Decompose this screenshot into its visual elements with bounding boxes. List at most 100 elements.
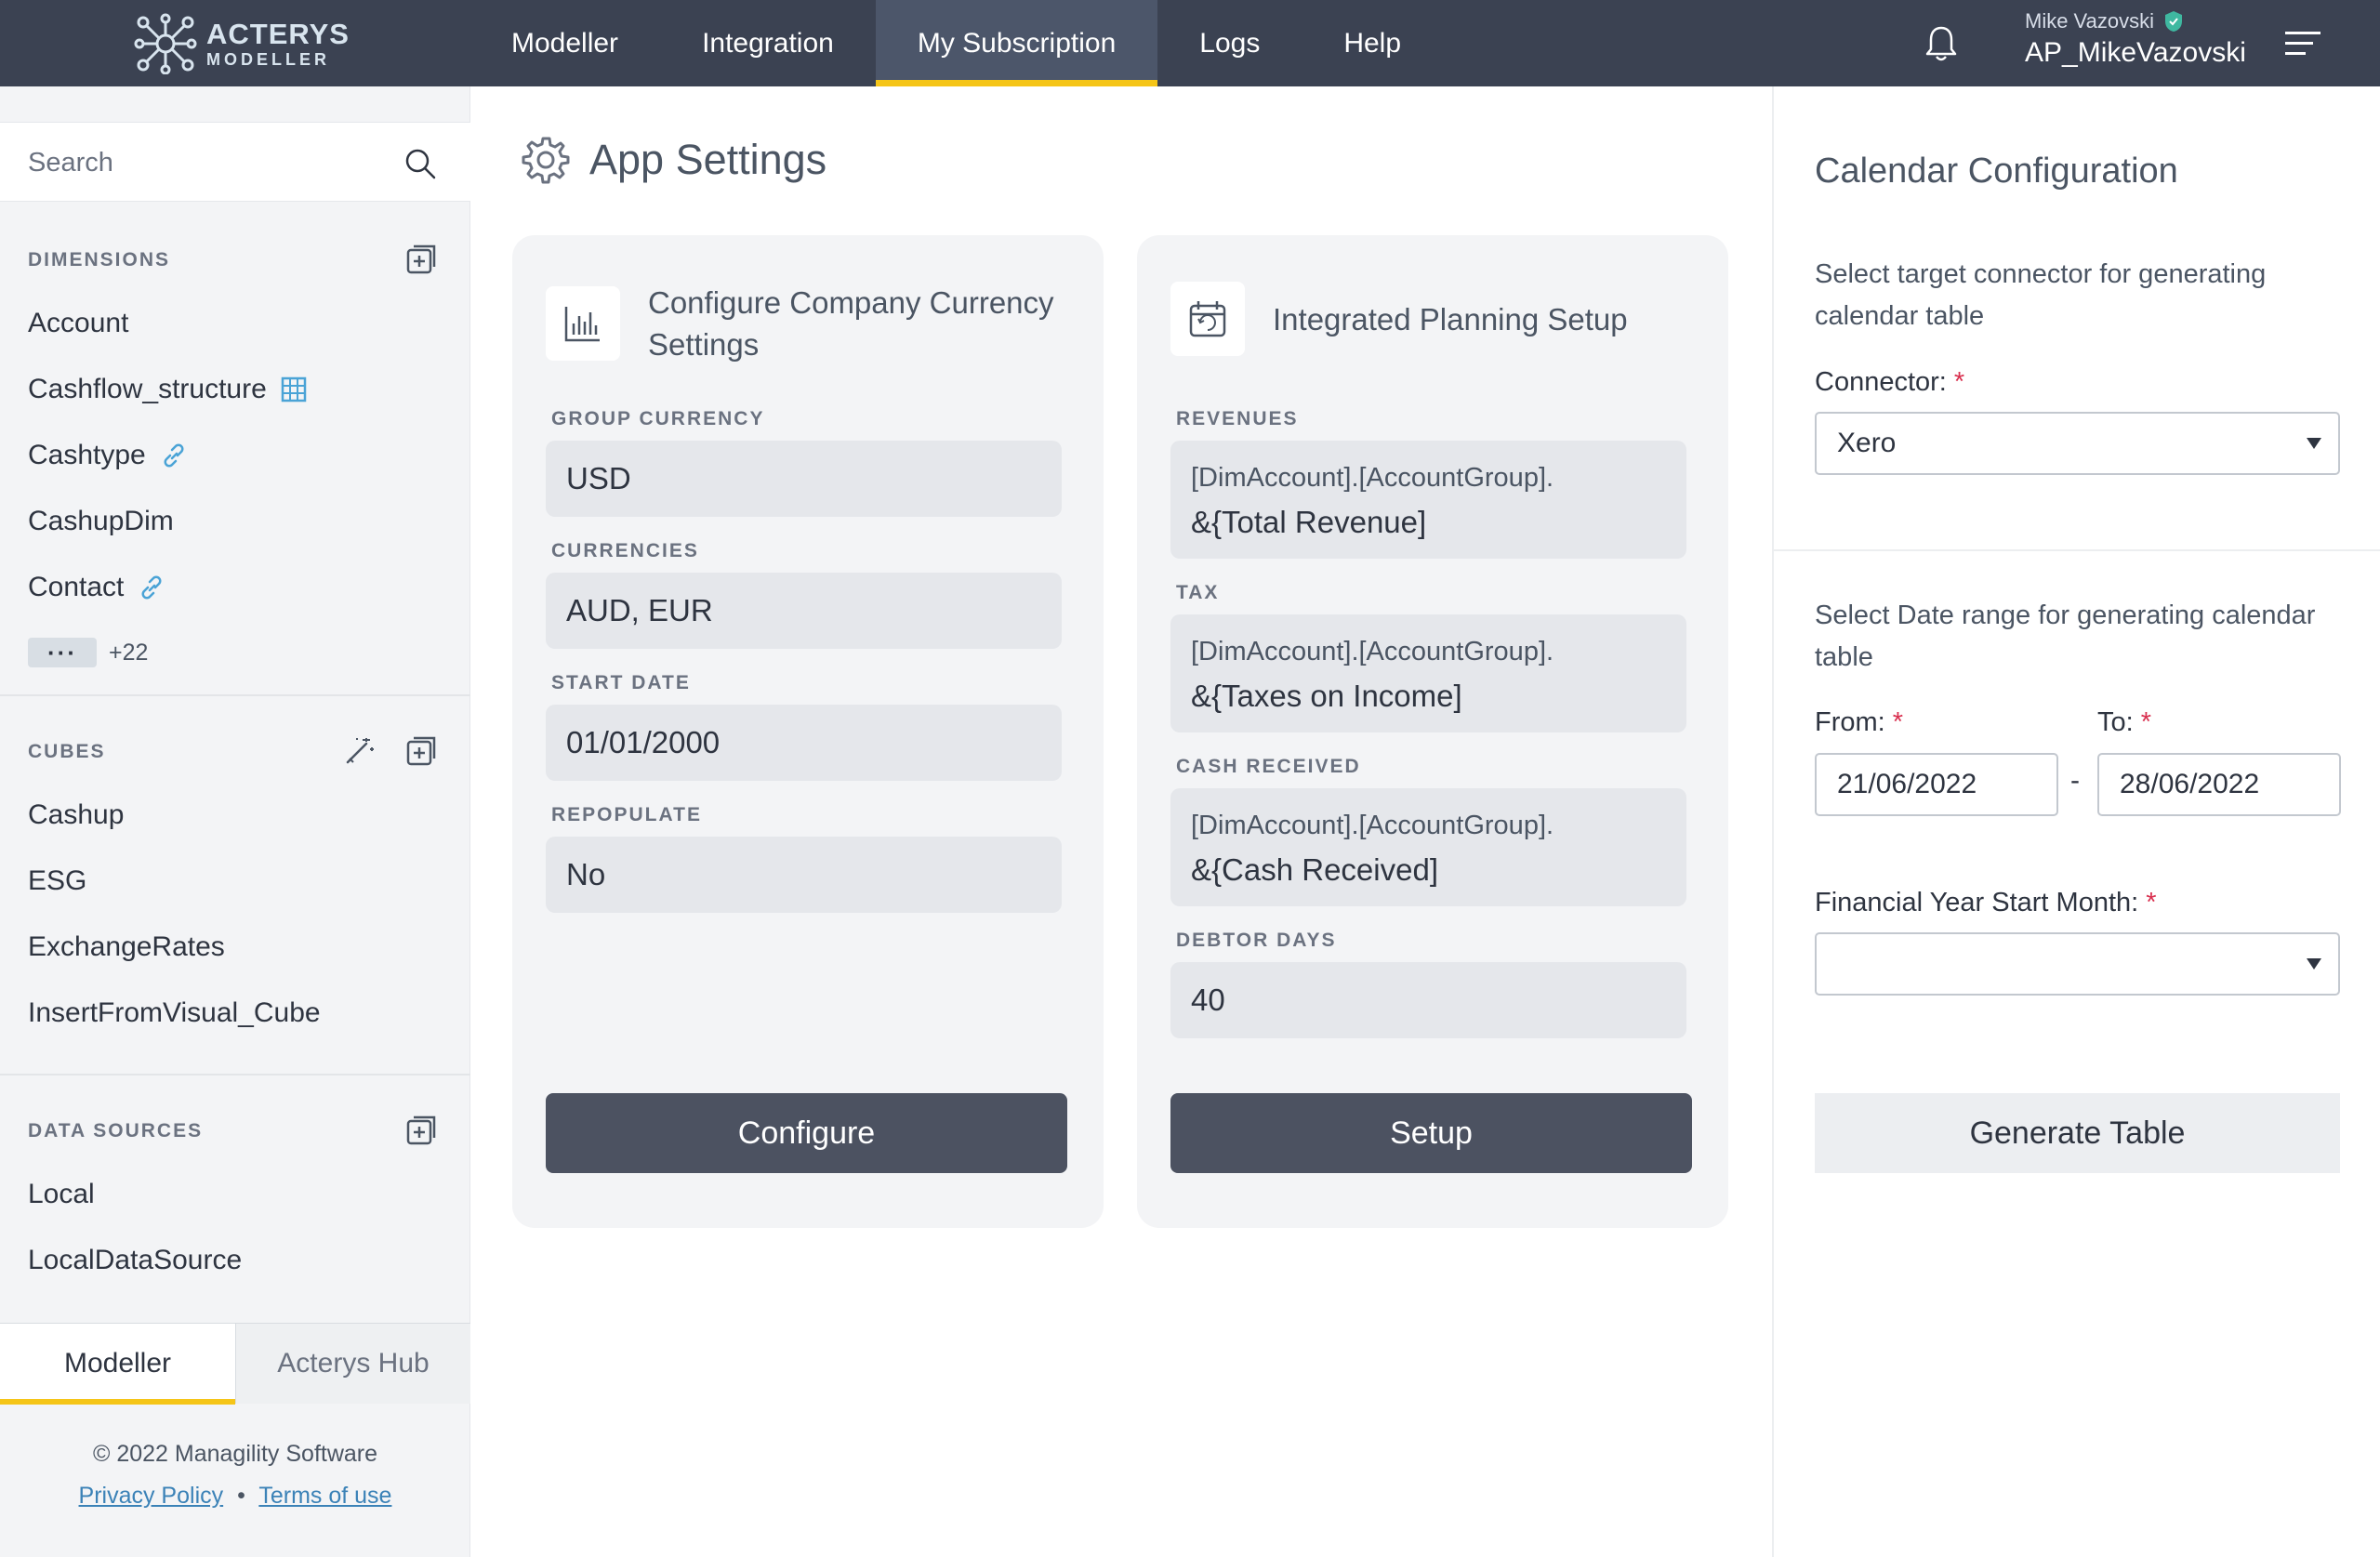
cash-received-field[interactable]: [DimAccount].[AccountGroup]. &{Cash Rece… [1170,788,1686,906]
more-dimensions-count: +22 [109,640,149,666]
dimension-item-cashflow-structure[interactable]: Cashflow_structure [28,374,310,405]
data-sources-title: DATA SOURCES [28,1120,204,1141]
from-label: From: * [1815,707,1904,737]
date-separator: - [2070,765,2080,796]
bell-icon[interactable] [1923,24,1960,63]
brand-product: MODELLER [206,50,330,69]
to-label: To: * [2097,707,2152,737]
cube-item-exchangerates[interactable]: ExchangeRates [28,931,225,963]
nav-modeller[interactable]: Modeller [469,0,660,86]
nav-logs[interactable]: Logs [1157,0,1302,86]
search-input[interactable] [28,139,381,186]
from-date-input[interactable]: 21/06/2022 [1815,753,2058,816]
user-name: Mike Vazovski [2025,9,2154,33]
logo-icon [134,13,197,74]
verified-shield-icon [2164,11,2182,32]
gear-icon [522,137,570,184]
panel-divider [1774,549,2380,551]
user-account: AP_MikeVazovski [2025,37,2246,68]
calendar-configuration-panel: Calendar Configuration Select target con… [1772,86,2380,1557]
link-icon [141,575,162,600]
main-nav: Modeller Integration My Subscription Log… [469,0,1443,86]
footer-separator: • [237,1483,245,1509]
tax-label: TAX [1176,582,1220,603]
tab-modeller[interactable]: Modeller [0,1324,235,1405]
dimensions-title: DIMENSIONS [28,249,171,270]
connector-help-text: Select target connector for generating c… [1815,259,2267,331]
brand-name: ACTERYS [206,18,350,50]
planning-card-title: Integrated Planning Setup [1273,301,1628,336]
repopulate-label: REPOPULATE [551,804,702,825]
fy-start-month-label: Financial Year Start Month: * [1815,888,2157,917]
currency-settings-card: Configure Company Currency Settings GROU… [512,235,1104,1228]
hamburger-menu-icon[interactable] [2285,30,2320,58]
section-divider [0,694,470,696]
setup-button[interactable]: Setup [1170,1093,1692,1173]
sidebar-tabs: Modeller Acterys Hub [0,1323,470,1405]
dimension-item-cashtype[interactable]: Cashtype [28,440,189,471]
revenues-label: REVENUES [1176,408,1299,429]
debtor-days-field[interactable]: 40 [1170,962,1686,1038]
cube-item-cashup[interactable]: Cashup [28,799,124,831]
fy-start-month-select[interactable] [1815,932,2340,996]
footer-links: Privacy Policy • Terms of use [0,1483,470,1510]
dimension-item-account[interactable]: Account [28,308,128,339]
sidebar: DIMENSIONS Account Cashflow_structure Ca… [0,86,470,1557]
add-data-source-icon[interactable] [404,1114,438,1147]
tax-field[interactable]: [DimAccount].[AccountGroup]. &{Taxes on … [1170,614,1686,732]
add-dimension-icon[interactable] [404,243,438,276]
section-divider [0,1074,470,1075]
required-mark: * [2140,707,2152,737]
add-cube-icon[interactable] [404,734,438,768]
chevron-down-icon [2307,958,2321,970]
generate-table-button[interactable]: Generate Table [1815,1093,2340,1173]
group-currency-label: GROUP CURRENCY [551,408,765,429]
required-mark: * [2146,888,2157,917]
to-date-input[interactable]: 28/06/2022 [2097,753,2341,816]
connector-label: Connector: * [1815,367,1965,397]
top-navigation-bar: ACTERYS MODELLER Modeller Integration My… [0,0,2380,86]
cubes-title: CUBES [28,741,106,762]
configure-button[interactable]: Configure [546,1093,1067,1173]
more-dimensions-button[interactable]: ··· [28,638,97,667]
required-mark: * [1953,367,1965,397]
chevron-down-icon [2307,438,2321,449]
repopulate-field[interactable]: No [546,837,1062,913]
nav-my-subscription[interactable]: My Subscription [875,0,1158,86]
link-icon [164,443,184,468]
data-source-item-localdatasource[interactable]: LocalDataSource [28,1245,242,1276]
start-date-label: START DATE [551,672,691,693]
search-icon[interactable] [403,147,437,180]
dimension-item-cashupdim[interactable]: CashupDim [28,506,174,537]
revenues-field[interactable]: [DimAccount].[AccountGroup]. &{Total Rev… [1170,441,1686,559]
connector-select[interactable]: Xero [1815,412,2340,475]
nav-integration[interactable]: Integration [660,0,876,86]
magic-wand-icon[interactable] [342,734,376,768]
calendar-icon [1189,301,1226,337]
copyright-text: © 2022 Managility Software [92,1441,378,1467]
currencies-label: CURRENCIES [551,540,699,561]
cube-item-insertfromvisual-cube[interactable]: InsertFromVisual_Cube [28,997,321,1029]
debtor-days-label: DEBTOR DAYS [1176,930,1337,951]
tab-acterys-hub[interactable]: Acterys Hub [235,1324,470,1404]
date-range-help-text: Select Date range for generating calenda… [1815,600,2316,672]
page-title-text: App Settings [589,136,827,183]
required-mark: * [1892,707,1904,737]
cube-item-esg[interactable]: ESG [28,865,86,897]
bar-chart-icon [564,307,600,342]
page-title: App Settings [521,135,826,185]
nav-help[interactable]: Help [1302,0,1443,86]
dimension-item-contact[interactable]: Contact [28,572,166,603]
user-profile[interactable]: Mike Vazovski AP_MikeVazovski [2025,9,2246,69]
privacy-policy-link[interactable]: Privacy Policy [79,1483,224,1509]
table-icon [281,376,307,402]
group-currency-field[interactable]: USD [546,441,1062,517]
currencies-field[interactable]: AUD, EUR [546,573,1062,649]
cash-received-label: CASH RECEIVED [1176,756,1361,777]
terms-of-use-link[interactable]: Terms of use [258,1483,391,1509]
calendar-title: Calendar Configuration [1815,152,2178,191]
start-date-field[interactable]: 01/01/2000 [546,705,1062,781]
integrated-planning-card: Integrated Planning Setup REVENUES [DimA… [1137,235,1728,1228]
acterys-logo[interactable]: ACTERYS MODELLER [134,13,350,74]
data-source-item-local[interactable]: Local [28,1179,95,1210]
